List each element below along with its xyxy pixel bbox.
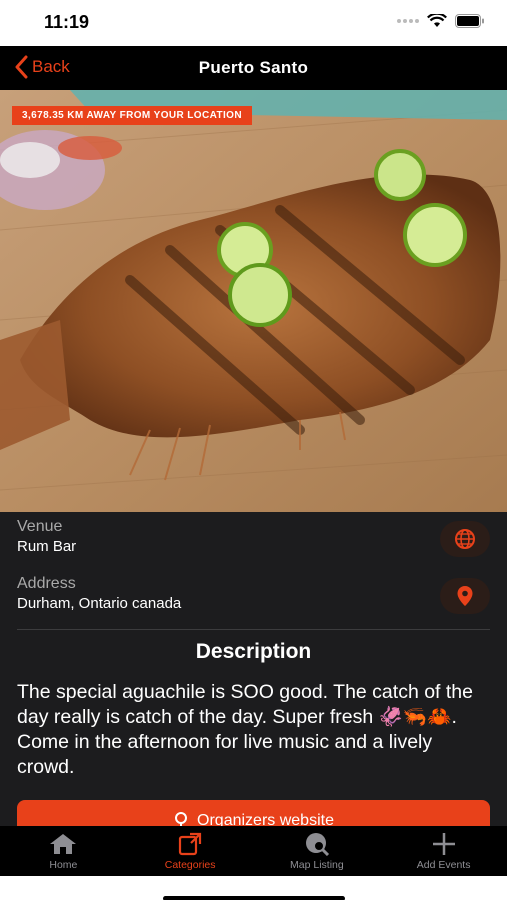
address-label: Address	[17, 575, 76, 592]
tab-home-label: Home	[49, 859, 78, 871]
link-icon	[175, 812, 188, 826]
description-text: The special aguachile is SOO good. The c…	[17, 681, 473, 778]
website-button[interactable]	[440, 521, 490, 557]
venue-label: Venue	[17, 518, 63, 535]
page-title: Puerto Santo	[198, 58, 309, 77]
organizers-website-label: Organizers website	[197, 812, 334, 826]
map-location-button[interactable]	[440, 578, 490, 614]
tab-home[interactable]: Home	[0, 826, 127, 876]
details-panel: Venue Rum Bar Address Durham, Ontario ca…	[0, 512, 507, 826]
tab-categories-label: Categories	[164, 859, 216, 871]
wifi-icon	[427, 14, 447, 27]
tab-categories[interactable]: Categories	[127, 826, 254, 876]
home-indicator[interactable]	[163, 896, 345, 900]
globe-icon	[455, 529, 475, 549]
nav-bar: Back Puerto Santo	[0, 46, 507, 90]
home-indicator-area	[0, 876, 507, 900]
battery-icon	[455, 14, 484, 28]
organizers-website-button[interactable]: Organizers website	[17, 800, 490, 826]
plus-icon	[432, 833, 455, 855]
tab-add-events-label: Add Events	[416, 859, 471, 871]
tab-map-listing-label: Map Listing	[290, 859, 344, 871]
address-row: Address Durham, Ontario canada	[17, 575, 490, 614]
food-photo	[0, 90, 507, 512]
distance-badge: 3,678.35 KM AWAY FROM YOUR LOCATION	[12, 106, 252, 125]
status-bar: 11:19	[0, 0, 507, 46]
categories-icon	[179, 832, 202, 856]
status-icons	[397, 14, 485, 28]
venue-value: Rum Bar	[17, 538, 77, 555]
hero-image: 3,678.35 KM AWAY FROM YOUR LOCATION	[0, 90, 507, 512]
tab-map-listing[interactable]: Map Listing	[254, 826, 381, 876]
map-search-icon	[305, 833, 329, 856]
tab-bar: Home Categories Map Listing Add Events	[0, 826, 507, 876]
divider	[17, 629, 490, 630]
status-time: 11:19	[44, 12, 90, 32]
venue-row: Venue Rum Bar	[17, 518, 490, 557]
description-title: Description	[195, 640, 312, 663]
home-icon	[50, 834, 77, 854]
signal-icon	[397, 19, 419, 23]
tab-add-events[interactable]: Add Events	[380, 826, 507, 876]
address-value: Durham, Ontario canada	[17, 595, 182, 612]
map-pin-icon	[457, 586, 473, 606]
